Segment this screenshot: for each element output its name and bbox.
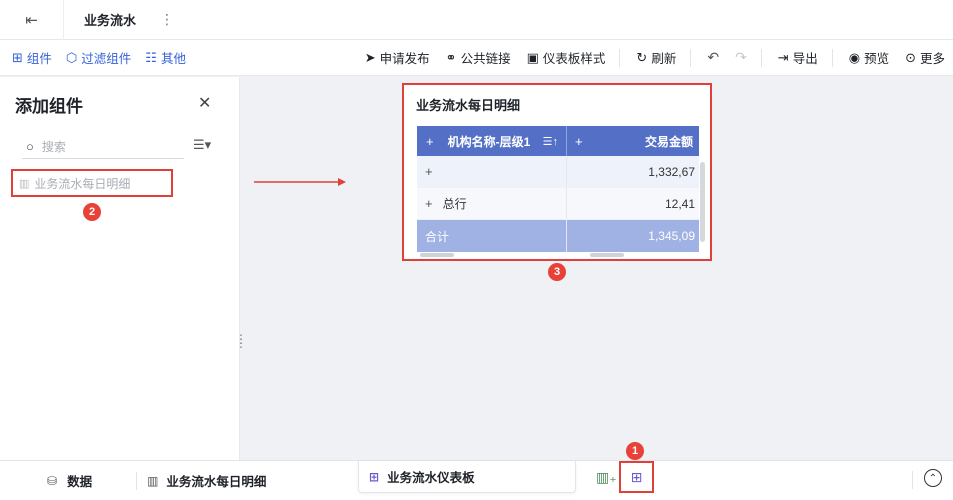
search-icon: ○ bbox=[26, 139, 34, 154]
preview-label: 预览 bbox=[864, 52, 890, 66]
table-row: + 1,332,67 bbox=[417, 156, 699, 188]
public-link-button[interactable]: ⚭ 公共链接 bbox=[446, 48, 511, 67]
collapse-icon[interactable]: ⌃ bbox=[924, 469, 942, 487]
public-link-label: 公共链接 bbox=[460, 52, 511, 66]
data-tab[interactable]: ⛁ 数据 bbox=[47, 471, 92, 490]
component-item-label: 业务流水每日明细 bbox=[34, 176, 131, 191]
dashboard-style-button[interactable]: ▣ 仪表板样式 bbox=[527, 48, 606, 67]
toolbar: ⊞ 组件 ⬡ 过滤组件 ☷ 其他 ➤ 申请发布 ⚭ 公共链接 ▣ 仪表板样式 ↻… bbox=[0, 40, 953, 76]
more-vertical-icon[interactable]: ⋮ bbox=[160, 11, 174, 28]
sort-icon[interactable]: ☰↑ bbox=[543, 135, 558, 148]
bottom-divider bbox=[912, 471, 913, 489]
expand-icon[interactable]: + bbox=[425, 196, 433, 211]
database-icon: ⛁ bbox=[47, 473, 58, 488]
refresh-label: 刷新 bbox=[651, 52, 677, 66]
other-label: 其他 bbox=[160, 52, 186, 66]
more-label: 更多 bbox=[919, 52, 945, 66]
exit-icon[interactable]: ⇤ bbox=[0, 0, 64, 40]
search-box: ○ bbox=[22, 135, 184, 159]
link-icon: ⚭ bbox=[445, 50, 457, 65]
other-icon: ☷ bbox=[145, 50, 157, 65]
component-button[interactable]: ⊞ 组件 bbox=[12, 48, 52, 67]
close-icon[interactable]: ✕ bbox=[198, 93, 211, 113]
step-badge: 1 bbox=[626, 442, 644, 460]
table-cell: + 总行 bbox=[417, 188, 567, 219]
column-header[interactable]: + 机构名称-层级1 ☰↑ bbox=[417, 126, 567, 156]
component-label: 组件 bbox=[26, 52, 52, 66]
table-cell: 1,332,67 bbox=[648, 164, 695, 179]
toolbar-divider bbox=[690, 48, 692, 67]
total-row: 合计 1,345,09 bbox=[417, 220, 699, 252]
filter-component-label: 过滤组件 bbox=[81, 52, 132, 66]
step-badge: 3 bbox=[548, 263, 566, 281]
tab-detail[interactable]: ▥ 业务流水每日明细 bbox=[147, 471, 266, 490]
refresh-button[interactable]: ↻ 刷新 bbox=[636, 48, 676, 67]
table-cell: + bbox=[417, 156, 567, 187]
panel-title: 添加组件 bbox=[15, 97, 83, 116]
dashboard-style-label: 仪表板样式 bbox=[542, 52, 606, 66]
vertical-scrollbar[interactable] bbox=[700, 162, 705, 242]
total-label: 合计 bbox=[417, 220, 567, 252]
export-icon: ⇥ bbox=[777, 50, 789, 65]
toolbar-divider bbox=[619, 48, 621, 67]
total-value: 1,345,09 bbox=[648, 229, 695, 243]
tab-dashboard[interactable]: ⊞ 业务流水仪表板 bbox=[358, 461, 576, 493]
resize-handle[interactable]: ⋮ ⋮ bbox=[235, 333, 247, 349]
table-cell: 12,41 bbox=[664, 196, 695, 211]
title-bar: ⇤ 业务流水 ⋮ bbox=[0, 0, 953, 40]
bottom-divider bbox=[136, 471, 138, 490]
column-header-label: 交易金额 bbox=[644, 134, 693, 149]
publish-label: 申请发布 bbox=[379, 52, 430, 66]
bottom-bar: ⛁ 数据 ▥ 业务流水每日明细 ⊞ 业务流水仪表板 ▥₊ ⊞ ⌃ bbox=[0, 460, 953, 500]
refresh-icon: ↻ bbox=[636, 50, 648, 65]
add-chart-icon[interactable]: ▥₊ bbox=[596, 469, 617, 486]
component-icon: ⊞ bbox=[12, 50, 23, 65]
widget-title: 业务流水每日明细 bbox=[416, 98, 521, 113]
preview-button[interactable]: ◉ 预览 bbox=[849, 48, 889, 67]
document-title: 业务流水 bbox=[84, 13, 137, 28]
add-component-panel: 添加组件 ✕ ○ ☰▾ ▥ 业务流水每日明细 2 ⋮⋮ bbox=[0, 77, 247, 460]
expand-icon[interactable]: + bbox=[425, 164, 433, 179]
other-button[interactable]: ☷ 其他 bbox=[145, 48, 186, 67]
undo-icon[interactable]: ↶ bbox=[707, 49, 719, 66]
chart-icon: ▥ bbox=[147, 473, 159, 488]
add-dashboard-icon: ⊞ bbox=[630, 468, 643, 485]
palette-icon: ▣ bbox=[526, 50, 539, 65]
table-cell-text: 总行 bbox=[442, 197, 467, 211]
component-list-item[interactable]: ▥ 业务流水每日明细 bbox=[11, 169, 173, 197]
filter-component-button[interactable]: ⬡ 过滤组件 bbox=[66, 48, 131, 67]
more-circle-icon: ⊙ bbox=[905, 50, 916, 65]
arrow-indicator bbox=[254, 178, 346, 186]
add-dashboard-button[interactable]: ⊞ bbox=[619, 461, 654, 493]
data-table: + 机构名称-层级1 ☰↑ + 交易金额 + 1,332,67 + 总行 12,… bbox=[417, 126, 699, 252]
send-icon: ➤ bbox=[364, 50, 376, 65]
table-widget[interactable]: 业务流水每日明细 + 机构名称-层级1 ☰↑ + 交易金额 + 1,332,67… bbox=[402, 83, 712, 261]
column-header-label: 机构名称-层级1 bbox=[447, 134, 531, 149]
column-header[interactable]: + 交易金额 bbox=[567, 126, 699, 156]
table-header: + 机构名称-层级1 ☰↑ + 交易金额 bbox=[417, 126, 699, 156]
more-button[interactable]: ⊙ 更多 bbox=[905, 48, 945, 67]
expand-icon[interactable]: + bbox=[426, 134, 434, 149]
export-button[interactable]: ⇥ 导出 bbox=[778, 48, 818, 67]
toolbar-divider bbox=[760, 48, 762, 67]
cube-icon: ⬡ bbox=[65, 50, 78, 65]
eye-icon: ◉ bbox=[848, 50, 861, 65]
horizontal-scrollbar[interactable] bbox=[590, 253, 624, 257]
dashboard-icon: ⊞ bbox=[369, 469, 380, 484]
filter-sort-icon[interactable]: ☰▾ bbox=[193, 137, 211, 153]
tab-dashboard-label: 业务流水仪表板 bbox=[387, 471, 475, 485]
chart-icon: ▥ bbox=[19, 177, 30, 190]
redo-icon[interactable]: ↷ bbox=[735, 49, 747, 66]
search-input[interactable] bbox=[41, 139, 162, 154]
publish-button[interactable]: ➤ 申请发布 bbox=[365, 48, 430, 67]
export-label: 导出 bbox=[792, 52, 818, 66]
step-badge: 2 bbox=[83, 203, 101, 221]
horizontal-scrollbar[interactable] bbox=[420, 253, 454, 257]
table-row: + 总行 12,41 bbox=[417, 188, 699, 220]
toolbar-divider bbox=[831, 48, 833, 67]
data-tab-label: 数据 bbox=[67, 475, 93, 489]
expand-icon[interactable]: + bbox=[575, 134, 583, 149]
tab-detail-label: 业务流水每日明细 bbox=[166, 475, 267, 489]
